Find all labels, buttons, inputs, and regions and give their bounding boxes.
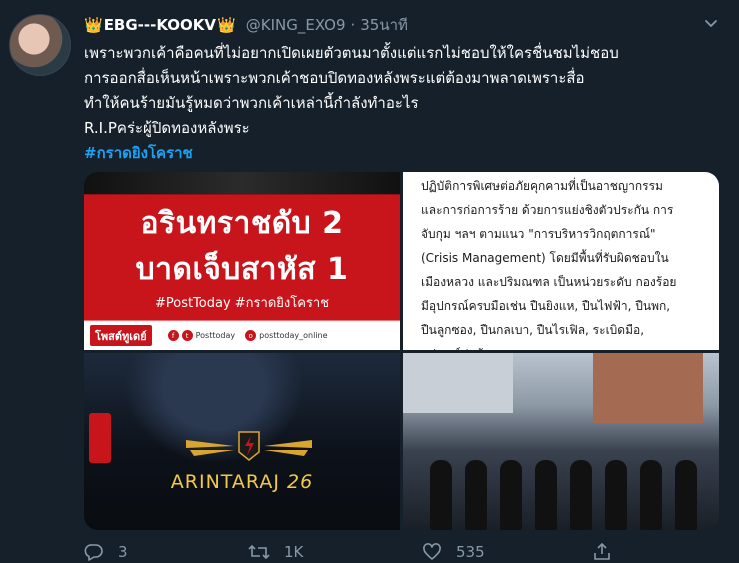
squad-member <box>674 460 697 530</box>
tweet-text-line: การออกสื่อเห็นหน้าเพราะพวกเค้าชอบปิดทองห… <box>84 69 585 87</box>
retweet-button[interactable]: 1K <box>248 540 303 563</box>
social-links: f t Posttoday o posttoday_online <box>167 330 338 341</box>
emblem-text: ARINTARAJ <box>170 471 280 493</box>
squad-member <box>604 460 627 530</box>
background-building <box>593 353 703 423</box>
image-top-strip <box>84 172 400 194</box>
image-headline-1: อรินทราชดับ 2 <box>140 206 344 241</box>
media-image-squad-photo[interactable] <box>403 353 719 530</box>
timestamp[interactable]: 35นาที <box>360 13 408 37</box>
crown-emoji: 👑 <box>217 16 236 34</box>
image-text-line: จับกุม ฯลฯ ตามแนว "การบริหารวิกฤตการณ์" <box>421 227 656 241</box>
tweet-text-line: R.I.Pคร่ะผู้ปิดทองหลังพระ <box>84 119 250 137</box>
chevron-down-icon <box>705 20 717 27</box>
like-count: 535 <box>456 542 485 561</box>
avatar[interactable] <box>9 14 71 76</box>
media-grid: อรินทราชดับ 2 บาดเจ็บสาหัส 1 #PostToday … <box>84 172 719 530</box>
reply-button[interactable]: 3 <box>84 540 128 563</box>
hashtag-link[interactable]: #กราดยิงโคราช <box>84 141 724 166</box>
wings-emblem-icon <box>184 428 314 464</box>
emblem-title: ARINTARAJ 26 <box>84 471 400 493</box>
reply-icon <box>84 543 103 561</box>
user-handle[interactable]: @KING_EXO9 <box>246 16 346 34</box>
media-image-unit-emblem[interactable]: ARINTARAJ 26 <box>84 353 400 530</box>
image-headline-2: บาดเจ็บสาหัส 1 <box>135 252 349 287</box>
reply-count: 3 <box>118 542 128 561</box>
heart-icon <box>423 542 441 560</box>
image-text-block: ปฏิบัติการพิเศษต่อภัยคุกคามที่เป็นอาชญาก… <box>421 174 717 350</box>
image-text-line: ปฏิบัติการพิเศษต่อภัยคุกคามที่เป็นอาชญาก… <box>421 179 663 193</box>
image-text-line: (Crisis Management) โดยมีพื้นที่รับผิดชอ… <box>421 251 669 265</box>
share-icon <box>594 542 610 560</box>
separator-dot: · <box>350 16 356 34</box>
tweet-text-line: ทำให้คนร้ายมันรู้หมดว่าพวกเค้าเหล่านี้กำ… <box>84 94 419 112</box>
squad-member <box>464 460 487 530</box>
facebook-icon: f <box>167 330 179 341</box>
display-name[interactable]: EBG---KOOKV <box>104 16 216 34</box>
image-hashtags: #PostToday #กราดยิงโคราช <box>154 296 330 311</box>
retweet-count: 1K <box>284 542 304 561</box>
social-label: Posttoday <box>195 331 236 340</box>
image-text-line: อุปกรณ์ต่อต้านการจลาจล ฯลฯ <box>421 342 717 350</box>
image-text-line: เมืองหลวง และปริมณฑล เป็นหน่วยระดับ กองร… <box>421 275 677 289</box>
social-label: posttoday_online <box>259 331 328 340</box>
media-image-text-description[interactable]: ปฏิบัติการพิเศษต่อภัยคุกคามที่เป็นอาชญาก… <box>403 172 719 350</box>
background-building <box>403 353 513 413</box>
squad-member <box>534 460 557 530</box>
image-text-line: มีอุปกรณ์ครบมือเช่น ปืนยิงแห, ปืนไฟฟ้า, … <box>421 299 671 313</box>
twitter-icon: t <box>181 330 193 341</box>
tweet[interactable]: 👑 EBG---KOOKV 👑 @KING_EXO9 · 35นาที เพรา… <box>0 0 739 563</box>
emblem-number: 26 <box>287 471 314 493</box>
share-button[interactable] <box>592 540 626 563</box>
more-options-button[interactable] <box>700 12 722 34</box>
retweet-icon <box>248 544 270 559</box>
media-image-news-headline[interactable]: อรินทราชดับ 2 บาดเจ็บสาหัส 1 #PostToday … <box>84 172 400 350</box>
posttoday-logo: โพสต์ทูเดย์ <box>90 325 152 346</box>
crown-emoji: 👑 <box>84 16 103 34</box>
tweet-text: เพราะพวกเค้าคือคนที่ไม่อยากเปิดเผยตัวตนม… <box>84 41 724 166</box>
squad-member <box>429 460 452 530</box>
image-footer: โพสต์ทูเดย์ f t Posttoday o posttoday_on… <box>84 321 400 350</box>
instagram-icon: o <box>245 330 257 341</box>
squad-member <box>569 460 592 530</box>
squad-group <box>423 423 703 530</box>
like-button[interactable]: 535 <box>422 540 485 563</box>
squad-member <box>639 460 662 530</box>
tweet-header: 👑 EBG---KOOKV 👑 @KING_EXO9 · 35นาที <box>84 14 408 36</box>
image-text-line: และการก่อการร้าย ด้วยการแย่งชิงตัวประกัน… <box>421 203 674 217</box>
tweet-actions: 3 1K 535 <box>84 540 719 563</box>
squad-member <box>499 460 522 530</box>
image-text-line: ปืนลูกซอง, ปืนกลเบา, ปืนไรเฟิล, ระเบิดมื… <box>421 323 645 337</box>
tweet-text-line: เพราะพวกเค้าคือคนที่ไม่อยากเปิดเผยตัวตนม… <box>84 44 619 62</box>
shoulder-patch <box>89 413 111 463</box>
